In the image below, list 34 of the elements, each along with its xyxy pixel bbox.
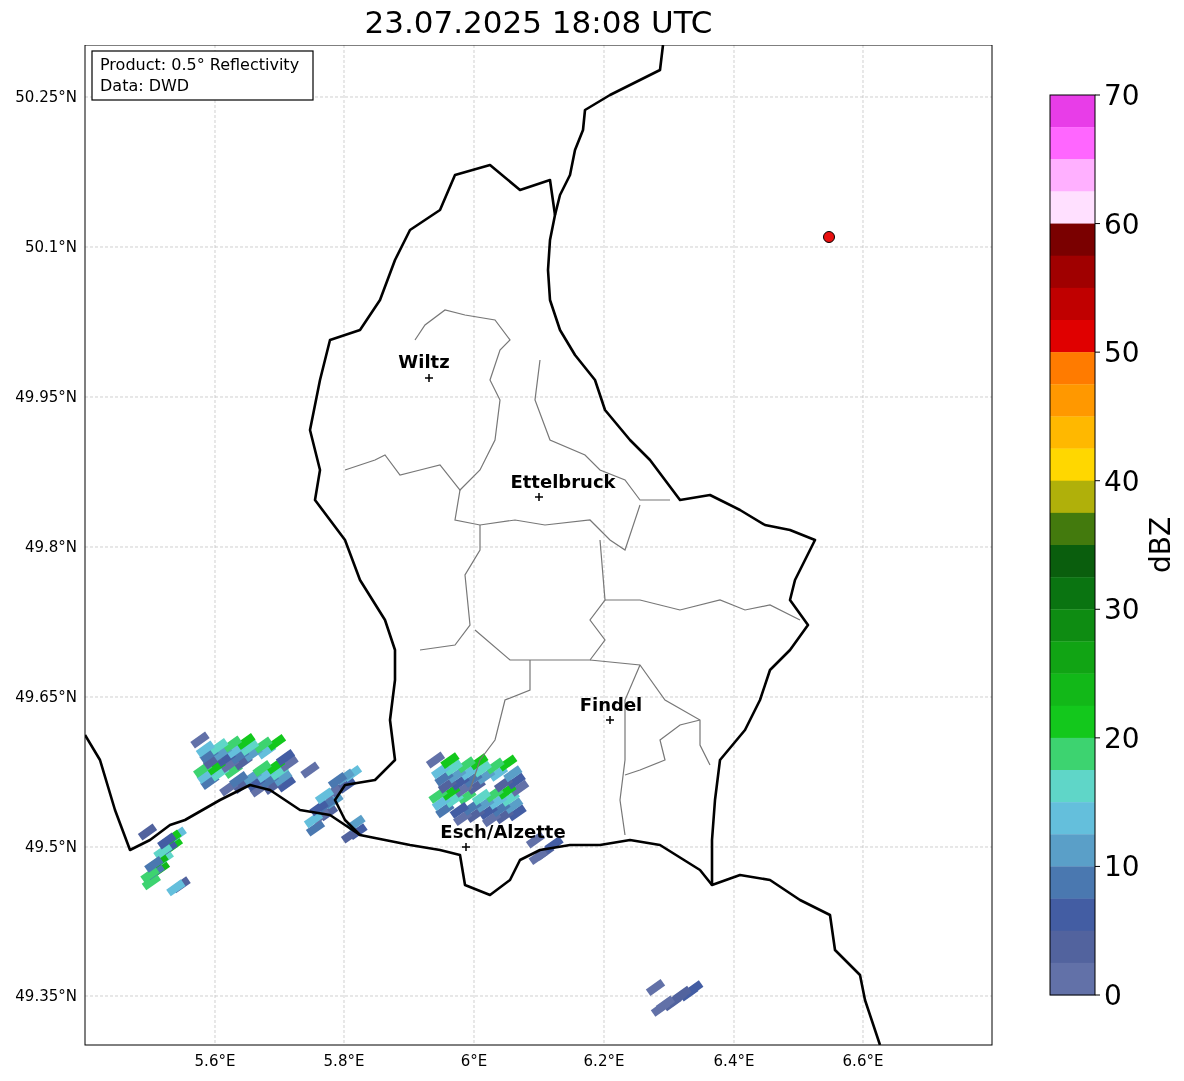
city-marker-icon (605, 715, 615, 725)
colorbar-tick-label: 50 (1104, 336, 1140, 370)
info-text: Product: 0.5° Reflectivity (100, 55, 300, 74)
city-marker-icon (424, 373, 434, 383)
chart-title: 23.07.2025 18:08 UTC (364, 3, 713, 42)
latitude-label: 49.8°N (24, 538, 77, 556)
info-text: Data: DWD (100, 76, 190, 95)
colorbar-tick-label: 60 (1104, 207, 1140, 241)
radar-echo (645, 979, 704, 1017)
colorbar-tick-label: 70 (1104, 79, 1140, 112)
colorbar-tick-label: 10 (1104, 850, 1140, 884)
city-marker-icon (534, 492, 544, 502)
longitude-label: 6°E (460, 1052, 488, 1070)
longitude-label: 6.2°E (583, 1052, 625, 1070)
longitude-label: 5.8°E (323, 1052, 365, 1070)
latitude-label: 49.95°N (15, 388, 77, 406)
colorbar-tick-label: 20 (1104, 721, 1140, 755)
longitude-label: 6.4°E (713, 1052, 755, 1070)
colorbar-tick-label: 0 (1104, 979, 1122, 1012)
city-label: Wiltz (398, 351, 450, 372)
city-label: Ettelbruck (510, 471, 616, 492)
city-label: Findel (579, 694, 643, 715)
colorbar-tick-label: 40 (1104, 464, 1140, 498)
latitude-label: 50.1°N (24, 238, 77, 256)
latitude-label: 49.65°N (15, 688, 77, 706)
longitude-label: 5.6°E (194, 1052, 236, 1070)
city-marker-icon (461, 842, 471, 852)
colorbar-tick-label: 30 (1104, 593, 1140, 627)
colorbar-label: dBZ (1144, 516, 1177, 574)
latitude-label: 49.35°N (15, 987, 77, 1005)
city-label: Esch/Alzette (440, 821, 566, 842)
longitude-label: 6.6°E (842, 1052, 884, 1070)
latitude-label: 49.5°N (24, 838, 77, 856)
latitude-label: 50.25°N (15, 88, 77, 106)
